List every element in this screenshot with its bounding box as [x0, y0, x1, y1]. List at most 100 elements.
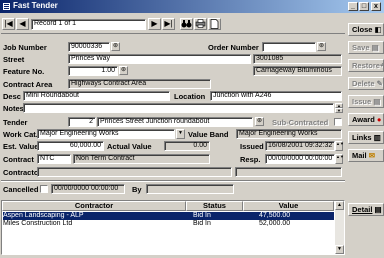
- scroll-down-icon[interactable]: ▼: [335, 245, 344, 254]
- job-number-label: Job Number: [3, 43, 47, 52]
- row-value: 47,500.00: [259, 212, 291, 219]
- feature-no-label: Feature No.: [3, 67, 45, 76]
- contract-area-label: Contract Area: [3, 80, 53, 89]
- close-icon: ◧: [374, 25, 382, 34]
- sub-contracted-label: Sub-Contracted: [272, 118, 329, 127]
- notes-label: Notes: [3, 104, 24, 113]
- street-code-field: 3001085: [253, 54, 342, 64]
- contractor-extra-field: [235, 167, 342, 177]
- new-document-icon[interactable]: [208, 18, 221, 30]
- grid-header-contractor[interactable]: Contractor: [2, 201, 186, 211]
- prev-record-button[interactable]: ◀: [16, 18, 29, 30]
- issue-button-label: Issue: [352, 97, 372, 106]
- contract-name-field: Non Term Contract: [73, 154, 210, 164]
- value-band-label: Value Band: [188, 130, 229, 139]
- location-label: Location: [174, 92, 206, 101]
- delete-button[interactable]: Delete ✎: [348, 77, 384, 90]
- record-indicator: Record 1 of 1: [31, 19, 146, 30]
- actual-value-label: Actual Value: [107, 142, 152, 151]
- tender-number-field[interactable]: 2: [68, 117, 96, 127]
- row-status: Bid In: [193, 212, 211, 219]
- grid-header-value[interactable]: Value: [243, 201, 334, 211]
- mail-button[interactable]: Mail ✉: [348, 149, 384, 162]
- cancelled-label: Cancelled: [3, 185, 39, 194]
- next-record-button[interactable]: ▶: [148, 18, 161, 30]
- notes-field[interactable]: [23, 103, 334, 113]
- est-value-field[interactable]: 60,000.00: [37, 141, 104, 151]
- desc-label: Desc: [3, 92, 21, 101]
- divider: [1, 180, 345, 181]
- scroll-up-icon[interactable]: ▲: [335, 201, 344, 210]
- award-icon: ●: [376, 115, 382, 124]
- links-icon: ▥: [373, 133, 381, 142]
- save-button[interactable]: Save ▤: [348, 41, 384, 54]
- actual-value-field: 0.00: [164, 141, 210, 151]
- notes-scroll-down[interactable]: ▼: [335, 108, 343, 113]
- resp-field[interactable]: 00/00/0000 00:00:00: [265, 154, 335, 164]
- close-window-button[interactable]: x: [371, 2, 381, 11]
- tender-label: Tender: [3, 118, 28, 127]
- issue-button[interactable]: Issue ▤: [348, 95, 384, 108]
- restore-button[interactable]: Restore↶: [348, 59, 384, 72]
- award-button[interactable]: Award ●: [348, 113, 384, 126]
- street-label: Street: [3, 55, 25, 64]
- cancelled-date-field: 00/00/0000 00:00:00: [51, 184, 125, 194]
- links-button[interactable]: Links ▥: [348, 131, 384, 144]
- row-contractor: Miles Construction Ltd: [3, 220, 73, 227]
- close-button-label: Close: [352, 25, 373, 34]
- award-button-label: Award: [352, 115, 375, 124]
- cancelled-by-field: [146, 184, 234, 194]
- work-cat-select[interactable]: Major Engineering Works: [37, 129, 175, 139]
- restore-button-label: Restore: [352, 61, 380, 70]
- work-cat-dropdown-icon[interactable]: ▼: [176, 129, 185, 139]
- print-icon[interactable]: [194, 18, 207, 30]
- detail-icon: ▤: [374, 205, 382, 214]
- contract-area-field: Highways Contract Area: [68, 79, 211, 89]
- app-icon: [2, 2, 11, 11]
- title-bar: Fast Tender _ □ x: [0, 0, 384, 13]
- sub-contracted-checkbox[interactable]: [334, 118, 342, 126]
- issue-icon: ▤: [373, 97, 381, 106]
- desc-field[interactable]: Mini Roundabout: [23, 91, 170, 101]
- binoculars-icon[interactable]: [180, 18, 193, 30]
- row-contractor: Aspen Landscaping - ALP: [3, 212, 84, 219]
- close-button[interactable]: Close ◧: [348, 23, 384, 36]
- contractor-field: [37, 167, 232, 177]
- minimize-button[interactable]: _: [348, 2, 358, 11]
- contract-label: Contract: [3, 155, 34, 164]
- order-lookup-icon[interactable]: ⊛: [317, 42, 326, 51]
- tender-lookup-icon[interactable]: ⊛: [255, 117, 264, 126]
- row-status: Bid In: [193, 220, 211, 227]
- location-field[interactable]: Junction with A246: [210, 91, 342, 101]
- detail-button[interactable]: Detail ▤: [348, 203, 384, 216]
- last-record-button[interactable]: ▶|: [162, 18, 175, 30]
- save-icon: ▤: [371, 43, 379, 52]
- maximize-button[interactable]: □: [359, 2, 369, 11]
- feature-no-field[interactable]: 1.00: [68, 66, 118, 76]
- tender-desc-field[interactable]: Princes Street Junction roundabout: [97, 117, 253, 127]
- mail-button-label: Mail: [352, 151, 367, 160]
- contractor-label: Contractor: [3, 168, 42, 177]
- table-row[interactable]: Miles Construction Ltd Bid In 52,000.00: [3, 220, 334, 228]
- contract-code-field[interactable]: NTC: [37, 154, 71, 164]
- est-value-label: Est. Value: [3, 142, 39, 151]
- by-label: By: [132, 185, 142, 194]
- links-button-label: Links: [352, 133, 372, 142]
- cancelled-checkbox[interactable]: [40, 185, 48, 193]
- row-value: 52,000.00: [259, 220, 291, 227]
- issued-spinner[interactable]: ▲▼: [335, 141, 344, 151]
- job-lookup-icon[interactable]: ⊛: [111, 42, 120, 51]
- delete-button-label: Delete: [352, 79, 375, 88]
- resp-spinner[interactable]: ▲▼: [335, 154, 344, 164]
- feature-lookup-icon[interactable]: ⊛: [119, 66, 128, 75]
- table-row[interactable]: Aspen Landscaping - ALP Bid In 47,500.00: [3, 212, 334, 220]
- issued-field: 16/08/2001 09:32:32: [265, 141, 335, 151]
- restore-icon: ↶: [380, 61, 383, 70]
- grid-header-status[interactable]: Status: [186, 201, 243, 211]
- first-record-button[interactable]: |◀: [2, 18, 15, 30]
- order-number-field[interactable]: [262, 42, 316, 52]
- mail-icon: ✉: [368, 151, 375, 160]
- job-number-field[interactable]: 90000336: [68, 42, 110, 52]
- street-field[interactable]: Princes Way: [68, 54, 251, 64]
- feature-desc-field: Carriageway Bituminous: [253, 66, 342, 76]
